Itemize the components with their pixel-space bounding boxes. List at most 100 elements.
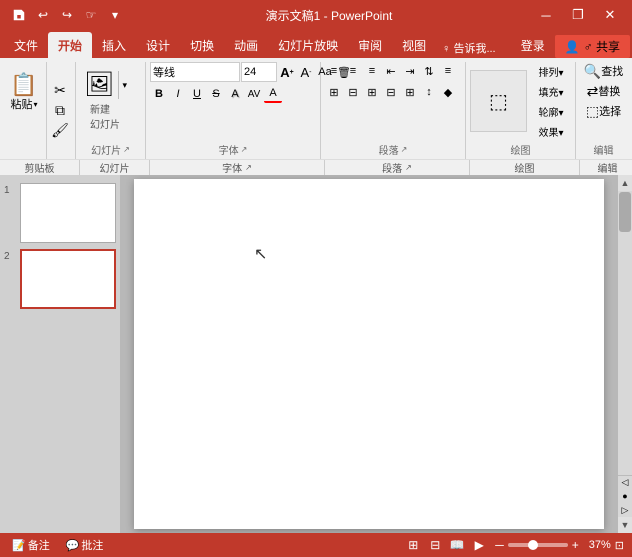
copy-button[interactable]: ⧉ [51, 102, 69, 120]
font-color-button[interactable]: A [264, 85, 282, 103]
font-decrease-button[interactable]: A- [297, 63, 315, 81]
tab-animations[interactable]: 动画 [224, 32, 268, 58]
login-button[interactable]: 登录 [511, 32, 555, 58]
slide-canvas[interactable]: ↖ [134, 179, 604, 529]
replace-button[interactable]: ⇄ 替换 [579, 82, 629, 100]
new-slide-arrow[interactable]: ▾ [119, 71, 130, 99]
quick-access-toolbar: ↩ ↪ ☞ ▾ [8, 4, 126, 26]
tab-view[interactable]: 视图 [392, 32, 436, 58]
convert-smartart-button[interactable]: ◆ [439, 83, 457, 101]
font-expand-arrow[interactable]: ↗ [241, 145, 248, 154]
align-left-button[interactable]: ⊞ [325, 83, 343, 101]
share-button[interactable]: 👤 ♂ 共享 [555, 35, 630, 58]
normal-view-button[interactable]: ⊞ [403, 536, 423, 554]
font-increase-button[interactable]: A+ [278, 63, 296, 81]
bullet-list-button[interactable]: ≡ [325, 62, 343, 80]
shadow-button[interactable]: A [226, 85, 244, 103]
minimize-button[interactable]: ─ [532, 4, 560, 26]
text-direction-button[interactable]: ⇅ [420, 62, 438, 80]
slides-expand-arrow[interactable]: ↗ [123, 145, 130, 154]
indent-decrease-button[interactable]: ⇤ [382, 62, 400, 80]
tab-transitions[interactable]: 切换 [180, 32, 224, 58]
arrange-button[interactable]: 排列▾ [531, 62, 571, 80]
touch-button[interactable]: ☞ [80, 4, 102, 26]
zoom-slider[interactable] [508, 543, 568, 547]
redo-button[interactable]: ↪ [56, 4, 78, 26]
tab-insert[interactable]: 插入 [92, 32, 136, 58]
restore-button[interactable]: ❐ [564, 4, 592, 26]
fit-button[interactable]: ⊡ [615, 539, 624, 552]
numbered-list-button[interactable]: ≡ [344, 62, 362, 80]
font-size-input[interactable] [241, 62, 277, 82]
save-button[interactable] [8, 4, 30, 26]
font-label-text: 字体 [219, 142, 239, 157]
new-slide-section: 🖼 ▾ 新建幻灯片 [80, 71, 130, 131]
shape-effect-button[interactable]: 效果▾ [531, 122, 571, 140]
scroll-down-button[interactable]: ▼ [618, 517, 632, 533]
window-title: 演示文稿1 - PowerPoint [126, 7, 532, 24]
slide-sorter-button[interactable]: ⊟ [425, 536, 445, 554]
format-paint-button[interactable]: 🖌 [51, 122, 69, 140]
font-family-input[interactable] [150, 62, 240, 82]
tab-file[interactable]: 文件 [4, 32, 48, 58]
underline-button[interactable]: U [188, 85, 206, 103]
zoom-area: ─ + 37% ⊡ [495, 538, 624, 552]
scroll-up-button[interactable]: ▲ [618, 175, 632, 191]
shape-outline-button[interactable]: 轮廓▾ [531, 102, 571, 120]
status-right: ⊞ ⊟ 📖 ▶ ─ + 37% ⊡ [403, 536, 624, 554]
canvas-area[interactable]: ↖ [120, 175, 618, 533]
shapes-gallery[interactable]: ⬚ [470, 70, 527, 132]
shape-fill-button[interactable]: 填充▾ [531, 82, 571, 100]
align-right-button[interactable]: ⊞ [363, 83, 381, 101]
tell-me-input[interactable]: ♀ 告诉我... [436, 38, 501, 58]
paste-dropdown-arrow[interactable]: ▾ [33, 100, 37, 109]
find-button[interactable]: 🔍 查找 [579, 62, 629, 80]
tab-design[interactable]: 设计 [136, 32, 180, 58]
slide-thumb-2[interactable]: 2 [4, 249, 116, 309]
align-center-button[interactable]: ⊟ [344, 83, 362, 101]
new-slide-icon: 🖼 [84, 73, 114, 97]
notes-button[interactable]: 📝 备注 [8, 535, 54, 555]
slide-preview-2[interactable] [20, 249, 116, 309]
bold-button[interactable]: B [150, 85, 168, 103]
cut-button[interactable]: ✂ [51, 82, 69, 100]
scroll-thumb[interactable] [619, 192, 631, 232]
spacing-button[interactable]: AV [245, 85, 263, 103]
slides-group-label: 幻灯片 ↗ [80, 140, 141, 159]
columns-button[interactable]: ⊞ [401, 83, 419, 101]
vertical-scrollbar[interactable]: ▲ ◁ ● ▷ ▼ [618, 175, 632, 533]
nav-dot[interactable]: ● [618, 489, 632, 503]
font-expand-icon[interactable]: ↗ [245, 163, 252, 172]
undo-button[interactable]: ↩ [32, 4, 54, 26]
slide-preview-1[interactable] [20, 183, 116, 243]
line-spacing-button[interactable]: ↕ [420, 83, 438, 101]
strikethrough-button[interactable]: S [207, 85, 225, 103]
zoom-out-button[interactable]: ─ [495, 538, 504, 552]
close-button[interactable]: ✕ [596, 4, 624, 26]
tab-review[interactable]: 审阅 [348, 32, 392, 58]
comments-button[interactable]: 💬 批注 [62, 535, 108, 555]
zoom-slider-thumb[interactable] [528, 540, 538, 550]
indent-increase-button[interactable]: ⇥ [401, 62, 419, 80]
paste-button[interactable]: 📋 粘贴 ▾ [6, 62, 42, 124]
justify-button[interactable]: ⊟ [382, 83, 400, 101]
italic-button[interactable]: I [169, 85, 187, 103]
tab-slideshow[interactable]: 幻灯片放映 [268, 32, 348, 58]
edit-group-top: 🔍 查找 ⇄ 替换 ⬚ 选择 [580, 62, 627, 140]
slide-thumb-1[interactable]: 1 [4, 183, 116, 243]
para-expand-icon[interactable]: ↗ [405, 163, 412, 172]
slideshow-button[interactable]: ▶ [469, 536, 489, 554]
draw-group-top: ⬚ 排列▾ 填充▾ 轮廓▾ 效果▾ [470, 62, 571, 140]
zoom-in-button[interactable]: + [572, 538, 579, 552]
next-slide-scroll[interactable]: ▷ [618, 503, 632, 517]
reading-view-button[interactable]: 📖 [447, 536, 467, 554]
new-slide-button[interactable]: 🖼 ▾ [80, 71, 130, 99]
slide-panel: 1 2 [0, 175, 120, 533]
align-text-button[interactable]: ≡ [439, 62, 457, 80]
qat-dropdown-button[interactable]: ▾ [104, 4, 126, 26]
smartart-list-button[interactable]: ≡ [363, 62, 381, 80]
select-button[interactable]: ⬚ 选择 [579, 102, 629, 120]
tab-home[interactable]: 开始 [48, 32, 92, 58]
para-expand-arrow[interactable]: ↗ [401, 145, 408, 154]
prev-slide-scroll[interactable]: ◁ [618, 475, 632, 489]
